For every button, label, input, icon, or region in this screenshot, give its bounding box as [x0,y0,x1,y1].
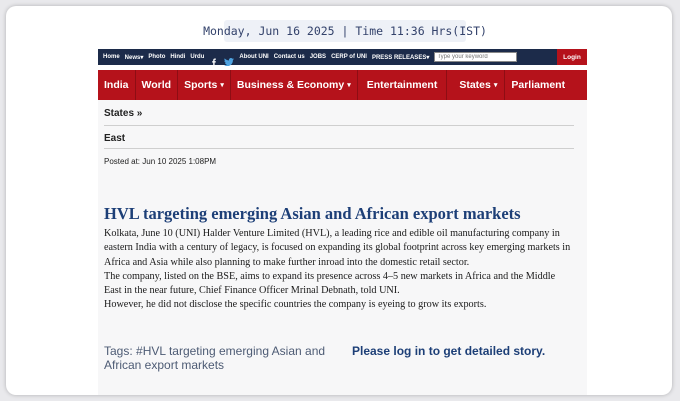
nav-news-link[interactable]: News▾ [125,54,144,61]
chevron-down-icon: ▾ [347,82,351,89]
tab-sports[interactable]: Sports ▾ [178,70,231,100]
nav-press-releases-link[interactable]: PRESS RELEASES▾ [372,54,429,61]
article-content: States » East Posted at: Jun 10 2025 1:0… [98,100,587,395]
posted-timestamp: Posted at: Jun 10 2025 1:08PM [104,157,217,166]
tags-label: Tags: [104,344,133,358]
tags-section: Tags: #HVL targeting emerging Asian and … [104,344,356,372]
article-headline: HVL targeting emerging Asian and African… [104,204,521,223]
tab-india[interactable]: India [98,70,136,100]
tag-link[interactable]: #HVL targeting emerging Asian and Africa… [104,344,325,372]
top-utility-nav: Home News▾ Photo Hindi Urdu About UNI Co… [98,49,587,67]
article-paragraph: The company, listed on the BSE, aims to … [104,270,556,297]
chevron-down-icon: ▾ [493,82,498,89]
article-body: Kolkata, June 10 (UNI) Halder Venture Li… [104,227,574,313]
divider [104,148,574,149]
nav-hindi-link[interactable]: Hindi [170,54,185,60]
twitter-icon[interactable] [224,53,235,67]
browser-frame: Monday, Jun 16 2025 | Time 11:36 Hrs(IST… [6,6,672,395]
tab-states[interactable]: States ▾ [447,70,506,100]
facebook-icon[interactable] [210,53,218,66]
chevron-down-icon: ▾ [140,54,144,61]
nav-urdu-link[interactable]: Urdu [190,54,204,60]
login-button[interactable]: Login [557,49,587,65]
breadcrumb-region[interactable]: East [104,133,125,144]
nav-about-link[interactable]: About UNI [239,54,268,60]
nav-jobs-link[interactable]: JOBS [310,54,326,60]
breadcrumb-states[interactable]: States » [104,108,142,119]
tab-world[interactable]: World [136,70,179,100]
divider [104,125,574,126]
tab-parliament[interactable]: Parliament [505,70,571,100]
nav-home-link[interactable]: Home [103,54,120,60]
nav-cerp-link[interactable]: CERP of UNI [331,54,367,60]
tab-entertainment[interactable]: Entertainment [358,70,448,100]
search-input[interactable] [434,52,518,62]
nav-contact-link[interactable]: Contact us [274,54,305,60]
date-time-bar: Monday, Jun 16 2025 | Time 11:36 Hrs(IST… [203,20,487,42]
article-paragraph: However, he did not disclose the specifi… [104,299,487,311]
login-prompt[interactable]: Please log in to get detailed story. [352,344,545,358]
main-category-nav: India World Sports ▾ Business & Economy ▾ … [98,70,587,100]
chevron-down-icon: ▾ [220,82,224,89]
tab-business-economy[interactable]: Business & Economy ▾ [231,70,358,100]
nav-photo-link[interactable]: Photo [148,54,165,60]
chevron-down-icon: ▾ [426,54,430,61]
article-paragraph: Kolkata, June 10 (UNI) Halder Venture Li… [104,228,571,268]
